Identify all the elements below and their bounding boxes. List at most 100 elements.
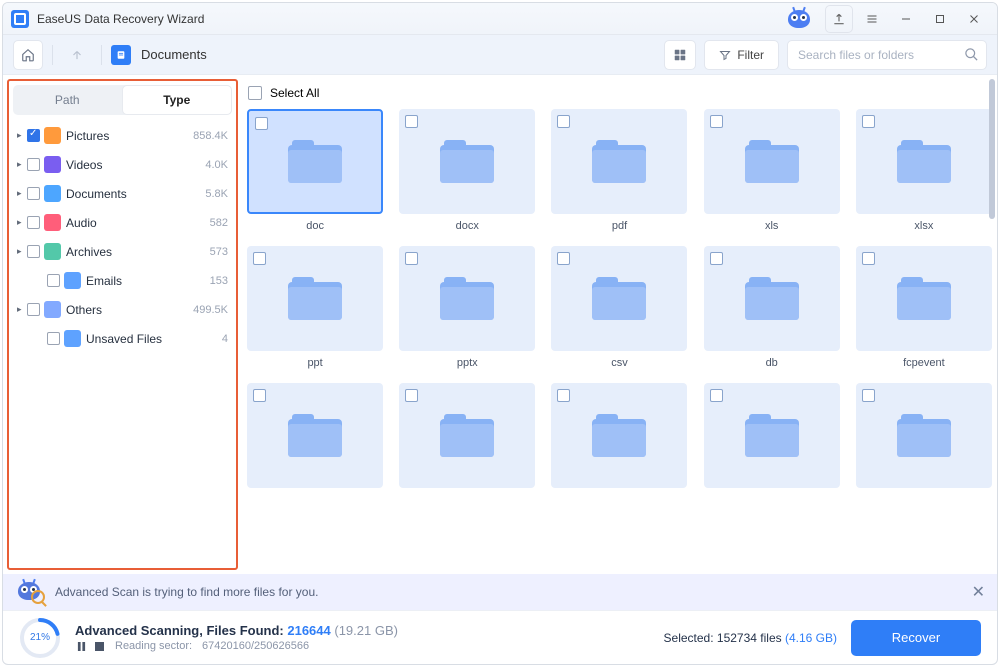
checkbox[interactable] xyxy=(557,252,570,265)
folder-icon xyxy=(745,278,799,320)
menu-button[interactable] xyxy=(857,6,887,32)
breadcrumb[interactable]: Documents xyxy=(141,47,207,62)
checkbox[interactable] xyxy=(27,216,40,229)
checkbox[interactable] xyxy=(47,332,60,345)
selected-info: Selected: 152734 files (4.16 GB) xyxy=(664,631,837,645)
caret-icon: ▸ xyxy=(17,130,27,141)
sidebar-item-label: Videos xyxy=(66,158,205,172)
sidebar-item-label: Emails xyxy=(86,274,210,288)
minimize-button[interactable] xyxy=(891,6,921,32)
checkbox[interactable] xyxy=(710,252,723,265)
sidebar-item-archives[interactable]: ▸Archives573 xyxy=(11,237,234,266)
sidebar-item-others[interactable]: ▸Others499.5K xyxy=(11,295,234,324)
sidebar-item-emails[interactable]: Emails153 xyxy=(11,266,234,295)
folder-card[interactable]: csv xyxy=(550,246,688,369)
footer: 21% Advanced Scanning, Files Found: 2166… xyxy=(3,610,997,664)
mascot-icon xyxy=(783,6,815,31)
sidebar-item-documents[interactable]: ▸Documents5.8K xyxy=(11,179,234,208)
banner-close-button[interactable]: ✕ xyxy=(972,582,985,602)
sidebar-item-count: 5.8K xyxy=(205,188,228,200)
checkbox[interactable] xyxy=(27,158,40,171)
grid-view-button[interactable] xyxy=(664,40,696,70)
sector-value: 67420160/250626566 xyxy=(202,640,309,652)
checkbox[interactable] xyxy=(405,115,418,128)
checkbox[interactable] xyxy=(253,389,266,402)
sidebar-item-audio[interactable]: ▸Audio582 xyxy=(11,208,234,237)
up-button[interactable] xyxy=(62,40,92,70)
checkbox[interactable] xyxy=(255,117,268,130)
folder-icon xyxy=(592,278,646,320)
sidebar-item-count: 4 xyxy=(222,333,228,345)
filter-button[interactable]: Filter xyxy=(704,40,779,70)
folder-card[interactable]: db xyxy=(703,246,841,369)
folder-card[interactable] xyxy=(855,383,993,494)
folder-label: csv xyxy=(611,357,628,369)
progress-percent: 21% xyxy=(19,617,61,659)
folder-card[interactable] xyxy=(398,383,536,494)
home-button[interactable] xyxy=(13,40,43,70)
caret-icon: ▸ xyxy=(17,246,27,257)
sidebar-item-label: Pictures xyxy=(66,129,193,143)
close-button[interactable] xyxy=(959,6,989,32)
scan-banner: Advanced Scan is trying to find more fil… xyxy=(3,574,997,610)
sidebar: Path Type ▸Pictures858.4K▸Videos4.0K▸Doc… xyxy=(7,79,238,570)
select-all-checkbox[interactable] xyxy=(248,86,262,100)
stop-button[interactable] xyxy=(93,640,105,652)
sidebar-item-pictures[interactable]: ▸Pictures858.4K xyxy=(11,121,234,150)
folder-label: db xyxy=(766,357,778,369)
folder-card[interactable]: docx xyxy=(398,109,536,232)
checkbox[interactable] xyxy=(557,115,570,128)
sidebar-item-count: 499.5K xyxy=(193,304,228,316)
checkbox[interactable] xyxy=(862,252,875,265)
folder-label: xlsx xyxy=(914,220,933,232)
checkbox[interactable] xyxy=(47,274,60,287)
checkbox[interactable] xyxy=(27,303,40,316)
toolbar: Documents Filter xyxy=(3,35,997,75)
recover-button[interactable]: Recover xyxy=(851,620,981,656)
checkbox[interactable] xyxy=(405,389,418,402)
checkbox[interactable] xyxy=(862,389,875,402)
folder-card[interactable] xyxy=(703,383,841,494)
sidebar-item-count: 153 xyxy=(210,275,228,287)
checkbox[interactable] xyxy=(27,245,40,258)
folder-label: doc xyxy=(306,220,324,232)
sidebar-item-unsaved-files[interactable]: Unsaved Files4 xyxy=(11,324,234,353)
folder-card[interactable]: doc xyxy=(246,109,384,232)
folder-card[interactable] xyxy=(550,383,688,494)
sidebar-item-videos[interactable]: ▸Videos4.0K xyxy=(11,150,234,179)
sidebar-item-count: 582 xyxy=(210,217,228,229)
checkbox[interactable] xyxy=(253,252,266,265)
tab-path[interactable]: Path xyxy=(13,85,122,115)
sidebar-tabs: Path Type xyxy=(13,85,232,115)
folder-card[interactable]: fcpevent xyxy=(855,246,993,369)
checkbox[interactable] xyxy=(710,115,723,128)
checkbox[interactable] xyxy=(710,389,723,402)
tab-type[interactable]: Type xyxy=(122,85,233,115)
checkbox[interactable] xyxy=(27,187,40,200)
main-panel: Select All docdocxpdfxlsxlsxpptpptxcsvdb… xyxy=(238,75,997,574)
folder-card[interactable]: xlsx xyxy=(855,109,993,232)
category-icon xyxy=(44,127,61,144)
category-icon xyxy=(44,214,61,231)
folder-card[interactable]: pdf xyxy=(550,109,688,232)
folder-card[interactable]: xls xyxy=(703,109,841,232)
folder-card[interactable]: pptx xyxy=(398,246,536,369)
folder-card[interactable] xyxy=(246,383,384,494)
pause-button[interactable] xyxy=(75,640,87,652)
checkbox[interactable] xyxy=(557,389,570,402)
checkbox[interactable] xyxy=(862,115,875,128)
folder-icon xyxy=(440,141,494,183)
folder-card[interactable]: ppt xyxy=(246,246,384,369)
maximize-button[interactable] xyxy=(925,6,955,32)
search-input[interactable] xyxy=(787,40,987,70)
sidebar-item-count: 573 xyxy=(210,246,228,258)
share-button[interactable] xyxy=(825,5,853,33)
scrollbar[interactable] xyxy=(989,79,995,219)
sidebar-item-label: Unsaved Files xyxy=(86,332,222,346)
checkbox[interactable] xyxy=(405,252,418,265)
folder-label: pdf xyxy=(612,220,627,232)
checkbox[interactable] xyxy=(27,129,40,142)
category-icon xyxy=(44,156,61,173)
folder-icon xyxy=(897,415,951,457)
category-icon xyxy=(64,330,81,347)
